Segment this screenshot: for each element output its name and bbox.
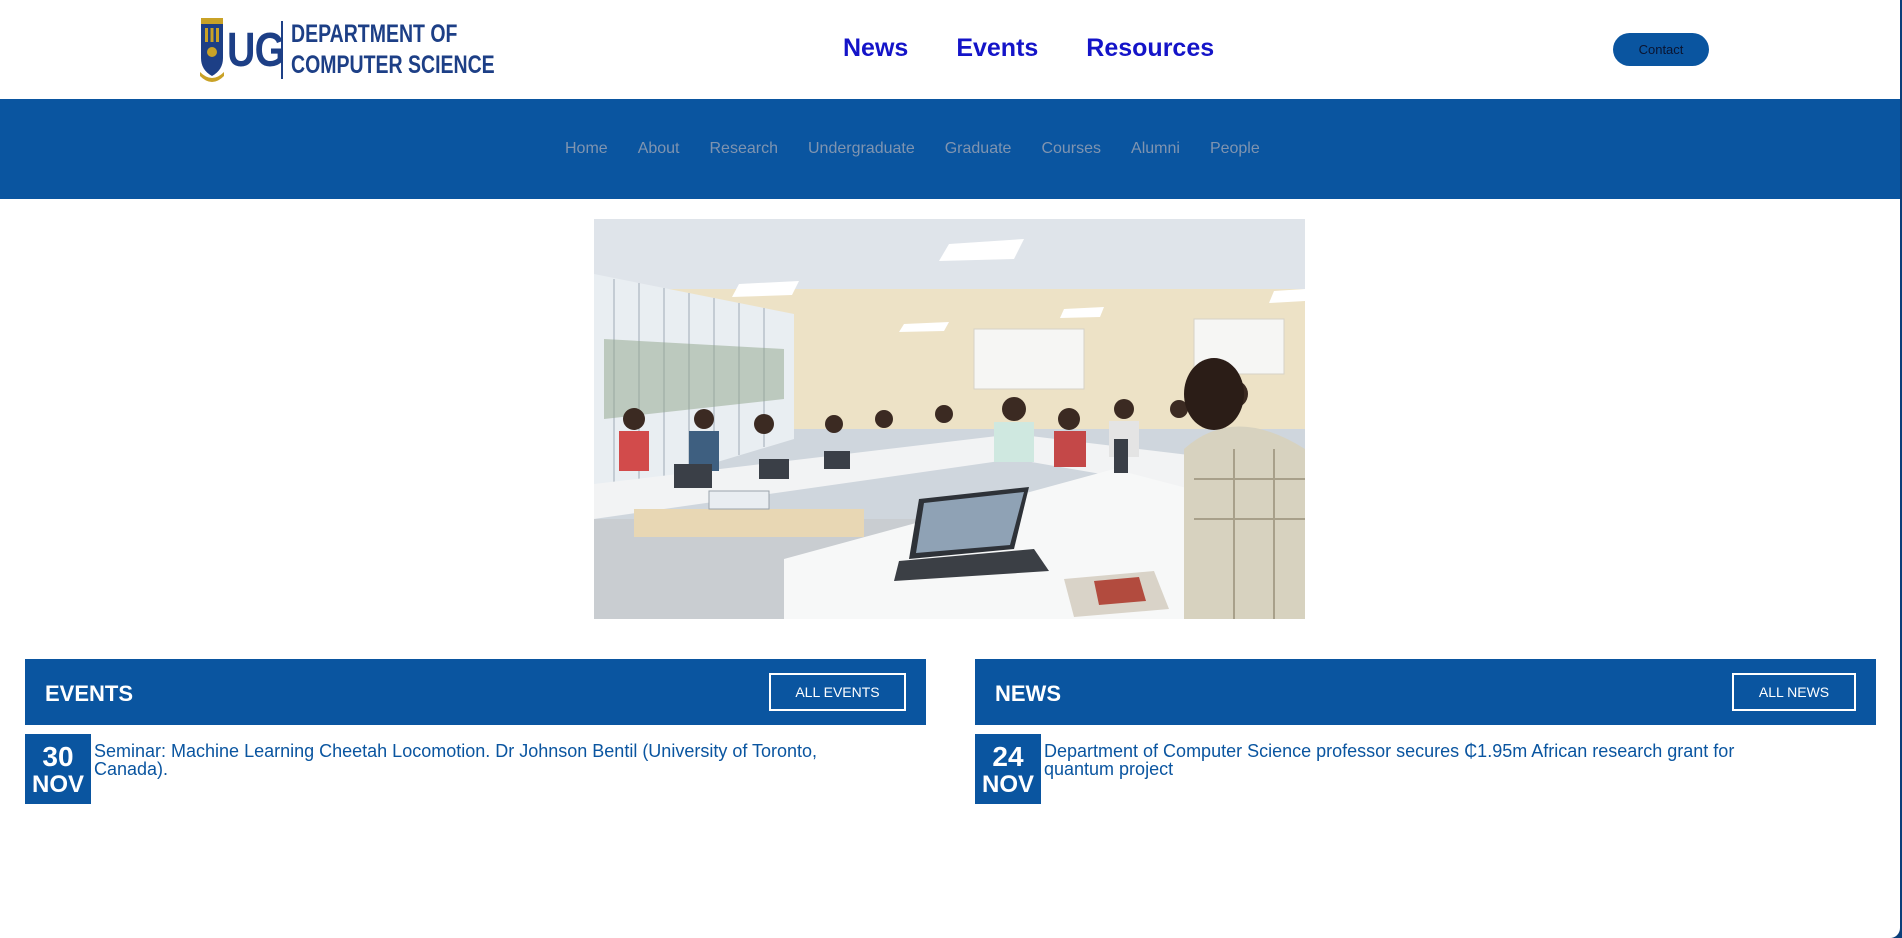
- nav-alumni[interactable]: Alumni: [1131, 140, 1180, 158]
- news-title: NEWS: [995, 681, 1061, 706]
- secondary-nav: Home About Research Undergraduate Gradua…: [565, 140, 1260, 158]
- nav-research[interactable]: Research: [710, 140, 778, 158]
- top-nav-events[interactable]: Events: [956, 34, 1038, 63]
- top-nav-news[interactable]: News: [843, 34, 908, 63]
- nav-undergraduate[interactable]: Undergraduate: [808, 140, 915, 158]
- nav-home[interactable]: Home: [565, 140, 608, 158]
- news-date-badge: 24 NOV: [975, 734, 1041, 804]
- top-nav-resources[interactable]: Resources: [1086, 34, 1214, 63]
- contact-button[interactable]: Contact: [1613, 33, 1709, 66]
- nav-courses[interactable]: Courses: [1041, 140, 1101, 158]
- news-item[interactable]: 24 NOV Department of Computer Science pr…: [975, 734, 1876, 804]
- news-header: NEWS ALL NEWS: [975, 659, 1876, 725]
- events-panel: EVENTS ALL EVENTS 30 NOV Seminar: Machin…: [25, 659, 926, 804]
- event-day: 30: [42, 741, 74, 772]
- logo-text: DEPARTMENT OF COMPUTER SCIENCE: [291, 19, 495, 81]
- all-events-button[interactable]: ALL EVENTS: [769, 673, 906, 711]
- logo-mark: UG: [227, 23, 285, 77]
- events-title: EVENTS: [45, 681, 134, 706]
- all-news-button[interactable]: ALL NEWS: [1732, 673, 1856, 711]
- event-item[interactable]: 30 NOV Seminar: Machine Learning Cheetah…: [25, 734, 926, 804]
- news-panel: NEWS ALL NEWS 24 NOV Department of Compu…: [975, 659, 1876, 804]
- nav-people[interactable]: People: [1210, 140, 1260, 158]
- events-header: EVENTS ALL EVENTS: [25, 659, 926, 725]
- news-month: NOV: [981, 771, 1034, 798]
- hero-image: [594, 219, 1305, 619]
- nav-graduate[interactable]: Graduate: [945, 140, 1012, 158]
- page: UG DEPARTMENT OF COMPUTER SCIENCE News E…: [0, 0, 1900, 938]
- site-logo[interactable]: UG DEPARTMENT OF COMPUTER SCIENCE: [199, 14, 552, 86]
- logo-line-2: COMPUTER SCIENCE: [291, 51, 495, 79]
- news-day: 24: [992, 741, 1024, 772]
- university-crest-icon: [199, 14, 225, 86]
- site-header: UG DEPARTMENT OF COMPUTER SCIENCE News E…: [0, 0, 1900, 99]
- logo-line-1: DEPARTMENT OF: [291, 20, 458, 48]
- top-nav: News Events Resources: [843, 34, 1214, 63]
- event-date-badge: 30 NOV: [25, 734, 91, 804]
- event-month: NOV: [31, 771, 84, 798]
- news-title-link[interactable]: Department of Computer Science professor…: [1044, 742, 1804, 778]
- nav-about[interactable]: About: [638, 140, 680, 158]
- event-title-link[interactable]: Seminar: Machine Learning Cheetah Locomo…: [94, 742, 854, 778]
